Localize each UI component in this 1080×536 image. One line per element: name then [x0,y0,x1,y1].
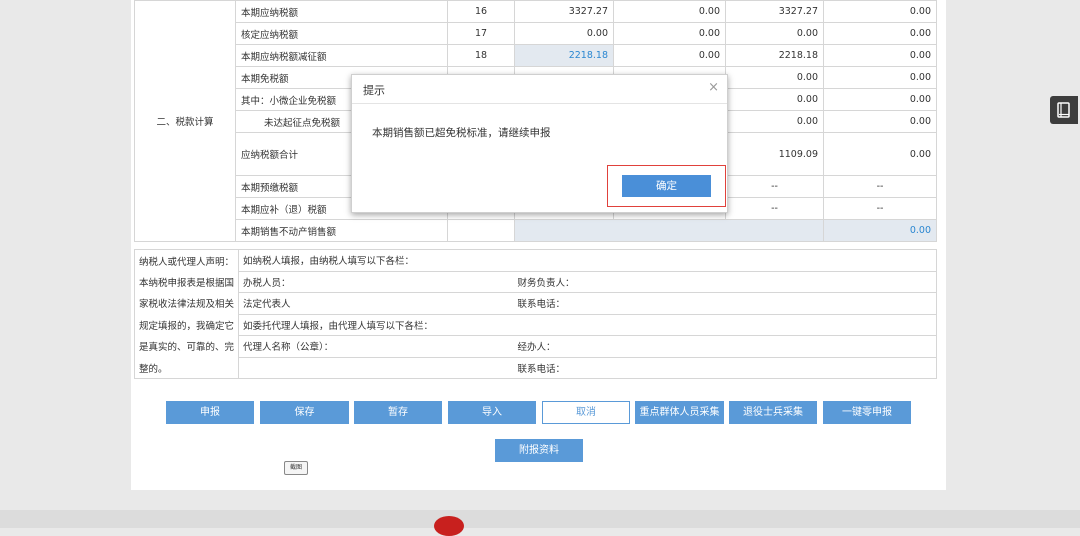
legal-rep-label: 法定代表人 [238,292,514,315]
taxpayer-fill-note: 如纳税人填报，由纳税人填写以下各栏： [237,249,938,272]
declaration-side-text: 纳税人或代理人声明： [134,249,239,271]
empty-cell [238,357,514,379]
cell-value[interactable]: 0.00 [725,22,824,45]
temp-save-button[interactable]: 暂存 [354,401,442,424]
declaration-side-text: 规定填报的，我确定它 [134,314,239,336]
cell-value[interactable]: 0.00 [823,0,937,23]
cell-value[interactable]: 0.00 [725,88,824,111]
zero-declare-button[interactable]: 一键零申报 [823,401,911,424]
cell-value[interactable]: 0.00 [725,110,824,133]
phone-label: 联系电话： [513,357,938,379]
row-index: 16 [447,0,515,23]
key-group-collect-button[interactable]: 重点群体人员采集 [635,401,724,424]
table-row: 是真实的、可靠的、完 代理人名称（公章）： 经办人： [134,335,938,358]
row-label: 核定应纳税额 [235,22,448,45]
table-row: 二、税款计算 本期应纳税额 16 3327.27 0.00 3327.27 0.… [134,0,937,242]
table-row: 本期应纳税额减征额 18 2218.18 0.00 2218.18 0.00 [135,44,937,67]
agent-name-label: 代理人名称（公章）： [238,335,514,358]
declaration-side-text: 家税收法律法规及相关 [134,292,239,314]
reduction-link[interactable]: 2218.18 [514,44,614,67]
section-label: 二、税款计算 [134,0,236,242]
row-label: 本期应纳税额减征额 [235,44,448,67]
dialog-message: 本期销售额已超免税标准，请继续申报 [372,127,551,139]
cell-value[interactable]: 0.00 [823,88,937,111]
table-row: 纳税人或代理人声明： 如纳税人填报，由纳税人填写以下各栏： [134,249,938,272]
finance-head-label: 财务负责人： [513,270,938,293]
cell-value[interactable]: 0.00 [613,22,726,45]
declaration-table: 纳税人或代理人声明： 如纳税人填报，由纳税人填写以下各栏： 本纳税申报表是根据国… [134,249,938,379]
table-row: 整的。 联系电话： [134,357,938,379]
cell-value[interactable]: 2218.18 [725,44,824,67]
row-label: 本期应纳税额 [235,0,448,23]
dialog-header: 提示 × [352,75,727,104]
agent-handler-label: 经办人： [513,335,938,358]
cell-value: -- [725,197,824,220]
table-row: 家税收法律法规及相关 法定代表人 联系电话： [134,292,938,315]
cell-value[interactable]: 0.00 [613,44,726,67]
row-index [447,219,515,242]
import-button[interactable]: 导入 [448,401,536,424]
cell-value[interactable]: 0.00 [823,110,937,133]
handler-label: 办税人员： [238,270,514,293]
agent-fill-note: 如委托代理人填报，由代理人填写以下各栏： [237,313,938,336]
table-row: 本纳税申报表是根据国 办税人员： 财务负责人： [134,270,938,293]
veteran-collect-button[interactable]: 退役士兵采集 [729,401,817,424]
submit-button[interactable]: 申报 [166,401,254,424]
phone-label: 联系电话： [513,292,938,315]
close-icon[interactable]: × [708,80,719,95]
declaration-side-text: 本纳税申报表是根据国 [134,271,239,293]
table-row: 核定应纳税额 17 0.00 0.00 0.00 0.00 [135,22,937,45]
book-icon [1057,102,1070,118]
cell-value: -- [823,197,937,220]
dialog-title: 提示 [363,84,385,97]
cell-value[interactable]: 0.00 [725,66,824,89]
cell-value[interactable]: 0.00 [823,219,937,242]
manual-side-tab[interactable] [1050,96,1078,124]
cell-value[interactable]: 0.00 [613,0,726,23]
cell-value[interactable]: 0.00 [823,66,937,89]
attachment-button[interactable]: 附报资料 [495,439,583,462]
cell-value[interactable]: 1109.09 [725,132,824,176]
save-button[interactable]: 保存 [260,401,349,424]
cell-value [514,219,824,242]
declaration-side-text: 是真实的、可靠的、完 [134,335,239,357]
cell-value[interactable]: 3327.27 [514,0,614,23]
table-row: 规定填报的，我确定它 如委托代理人填报，由代理人填写以下各栏： [134,313,938,336]
declaration-side-text: 整的。 [134,357,239,379]
cell-value: -- [823,175,937,198]
row-index: 18 [447,44,515,67]
cell-value[interactable]: 0.00 [823,22,937,45]
row-label: 本期销售不动产销售额 [235,219,448,242]
cell-value[interactable]: 0.00 [823,44,937,67]
highlight-box [607,165,726,207]
screenshot-button[interactable]: 截图 [284,461,308,475]
emblem-icon [434,516,464,536]
cancel-button[interactable]: 取消 [542,401,630,424]
cell-value: -- [725,175,824,198]
footer-band [0,510,1080,528]
cell-value[interactable]: 3327.27 [725,0,824,23]
table-row: 本期销售不动产销售额 0.00 [135,219,937,242]
cell-value[interactable]: 0.00 [823,132,937,176]
row-index: 17 [447,22,515,45]
cell-value[interactable]: 0.00 [514,22,614,45]
